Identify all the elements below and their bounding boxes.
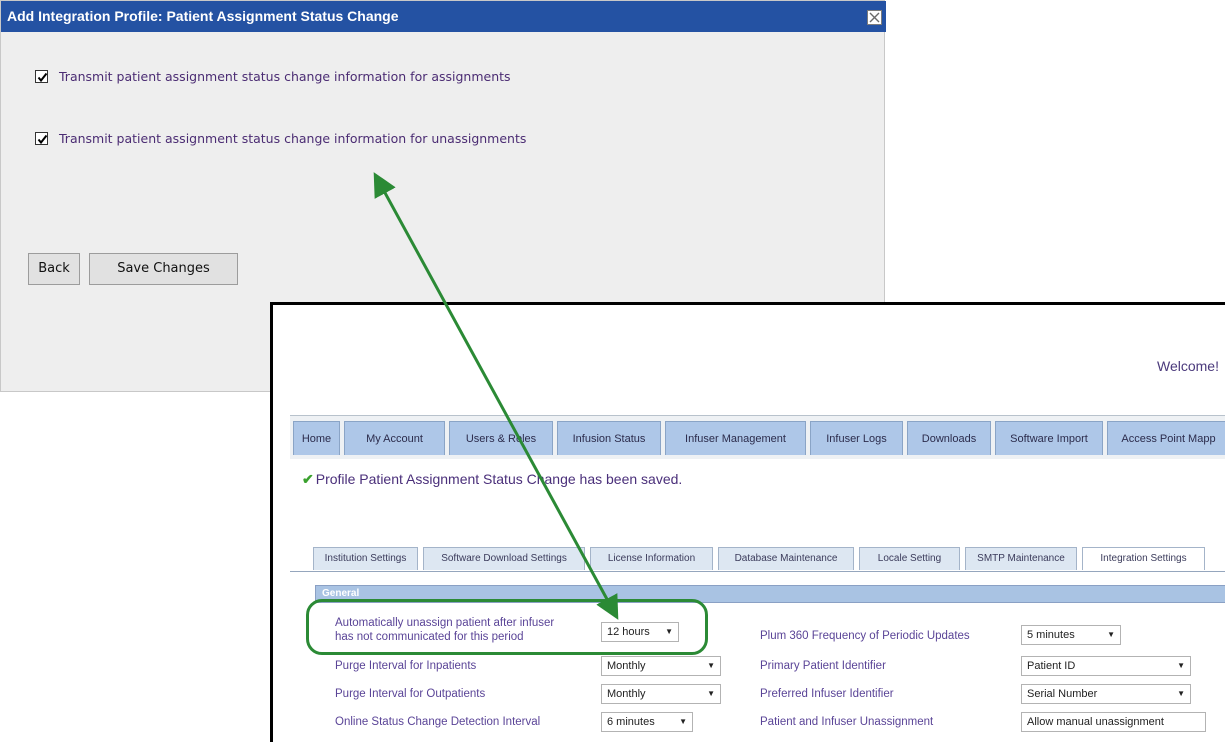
annotation-arrow <box>373 172 619 620</box>
